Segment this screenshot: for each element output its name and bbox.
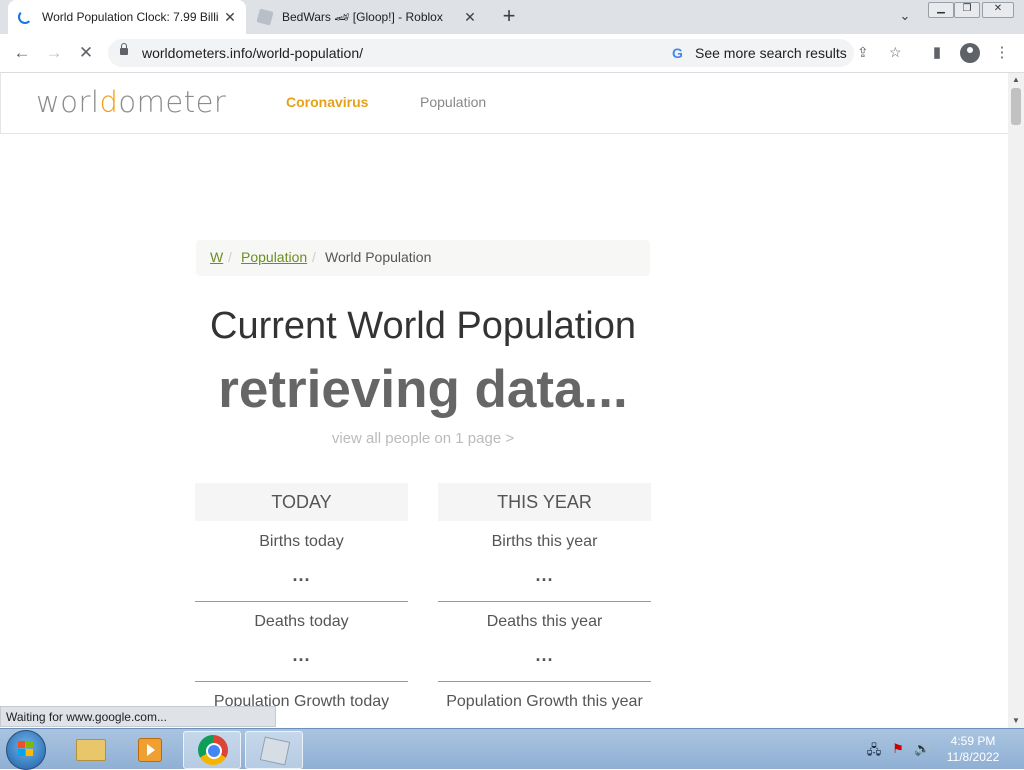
breadcrumb-current: World Population [325, 249, 432, 265]
url-text: worldometers.info/world-population/ [142, 45, 363, 61]
births-year-value: ... [535, 565, 554, 585]
breadcrumb-home-link[interactable]: W [210, 249, 223, 265]
stop-loading-icon[interactable]: ✕ [74, 42, 98, 64]
folder-icon [76, 739, 106, 761]
see-more-search-results-chip[interactable]: See more search results [695, 45, 847, 61]
births-today-value: ... [292, 565, 311, 585]
deaths-year-label: Deaths this year [486, 613, 603, 630]
deaths-year-value: ... [535, 645, 554, 665]
page-viewport: worldometer Coronavirus Population W / P… [0, 73, 1008, 728]
lock-icon [120, 43, 128, 55]
clock-date: 11/8/2022 [946, 750, 1000, 764]
system-clock[interactable]: 4:59 PM 11/8/2022 [938, 733, 1008, 765]
view-all-people-link[interactable]: view all people on 1 page > [196, 430, 650, 447]
nav-population-link[interactable]: Population [420, 94, 486, 110]
nav-coronavirus-link[interactable]: Coronavirus [286, 94, 368, 110]
taskbar-chrome-button[interactable] [183, 731, 241, 769]
tab-title: World Population Clock: 7.99 Billi [42, 10, 219, 24]
close-window-button[interactable]: ✕ [982, 2, 1014, 18]
site-navbar: worldometer Coronavirus Population [0, 73, 1008, 134]
close-tab-icon[interactable]: ✕ [220, 7, 240, 27]
scroll-up-arrow-icon[interactable]: ▲ [1008, 73, 1024, 87]
profile-avatar-icon[interactable] [960, 43, 980, 63]
windows-logo-icon [18, 741, 34, 757]
divider [195, 601, 408, 602]
start-button[interactable] [6, 730, 46, 770]
taskbar-roblox-button[interactable] [245, 731, 303, 769]
tab-search-chevron-icon[interactable]: ⌄ [895, 8, 915, 26]
scroll-thumb[interactable] [1011, 88, 1021, 125]
tab-title: BedWars 🏎 [Gloop!] - Roblox [282, 10, 443, 24]
taskbar-media-player-button[interactable] [120, 731, 176, 767]
google-g-icon: G [672, 45, 683, 61]
loading-spinner-icon [18, 10, 32, 24]
divider [438, 681, 651, 682]
side-panel-icon[interactable]: ▮ [927, 43, 947, 63]
breadcrumb-separator: / [228, 249, 232, 265]
taskbar-explorer-button[interactable] [60, 731, 116, 767]
restore-button[interactable]: ❐ [954, 2, 980, 18]
divider [195, 681, 408, 682]
worldometer-logo[interactable]: worldometer [36, 85, 226, 119]
address-bar[interactable]: worldometers.info/world-population/ G Se… [108, 39, 902, 67]
forward-arrow-icon[interactable]: → [42, 42, 66, 64]
population-counter: retrieving data... [218, 360, 628, 419]
share-icon[interactable]: ⇪ [857, 44, 869, 61]
roblox-icon [259, 736, 291, 766]
deaths-today-label: Deaths today [254, 613, 349, 630]
breadcrumb-separator: / [312, 249, 316, 265]
volume-icon[interactable]: 🔊 [914, 741, 930, 757]
clock-time: 4:59 PM [950, 734, 996, 748]
network-icon[interactable]: 🖧 [866, 741, 882, 757]
chrome-icon [198, 735, 228, 765]
this-year-header: THIS YEAR [438, 483, 651, 521]
tab-world-population[interactable]: World Population Clock: 7.99 Billi ✕ [8, 0, 246, 34]
windows-taskbar: 🖧 ⚑ 🔊 4:59 PM 11/8/2022 [0, 728, 1024, 770]
close-tab-icon[interactable]: ✕ [460, 7, 480, 27]
births-today-label: Births today [259, 533, 344, 550]
new-tab-button[interactable]: + [498, 5, 520, 28]
page-scrollbar[interactable]: ▲ ▼ [1008, 73, 1024, 728]
births-year-label: Births this year [491, 533, 598, 550]
browser-toolbar: ← → ✕ worldometers.info/world-population… [0, 34, 1024, 73]
back-arrow-icon[interactable]: ← [10, 42, 34, 64]
roblox-favicon-icon [256, 8, 274, 26]
breadcrumb: W / Population / World Population [196, 240, 650, 276]
minimize-button[interactable]: ▁ [928, 2, 954, 18]
growth-year-label: Population Growth this year [446, 693, 643, 710]
scroll-down-arrow-icon[interactable]: ▼ [1008, 714, 1024, 728]
page-title: Current World Population [210, 305, 636, 347]
deaths-today-value: ... [292, 645, 311, 665]
tab-bedwars[interactable]: BedWars 🏎 [Gloop!] - Roblox ✕ [250, 0, 486, 34]
media-player-icon [138, 738, 162, 762]
breadcrumb-population-link[interactable]: Population [241, 249, 307, 265]
status-bubble: Waiting for www.google.com... [0, 706, 276, 727]
tab-strip: World Population Clock: 7.99 Billi ✕ Bed… [0, 0, 1024, 34]
menu-kebab-icon[interactable]: ⋮ [992, 43, 1012, 63]
action-center-flag-icon[interactable]: ⚑ [890, 741, 906, 757]
divider [438, 601, 651, 602]
today-header: TODAY [195, 483, 408, 521]
bookmark-star-icon[interactable]: ☆ [889, 44, 902, 61]
